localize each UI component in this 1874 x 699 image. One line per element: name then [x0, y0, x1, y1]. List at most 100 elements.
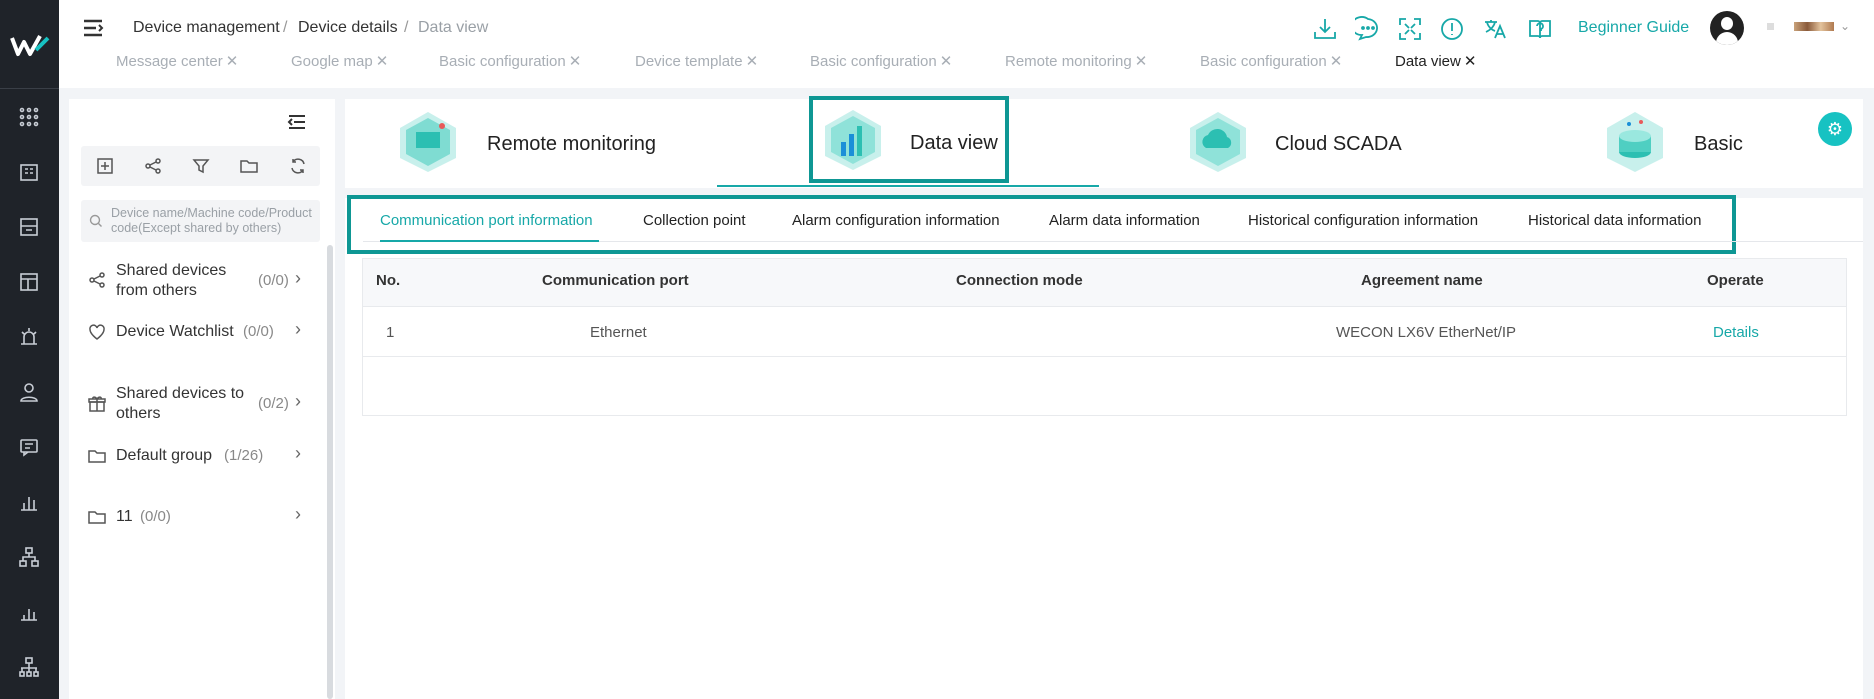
cell-no: 1 — [386, 324, 395, 341]
tab-basic-configuration[interactable]: Basic configuration ✕ — [810, 52, 952, 70]
close-icon[interactable]: ✕ — [746, 53, 759, 70]
brand-logo — [10, 30, 50, 60]
building-icon[interactable] — [18, 161, 40, 183]
tree-item-count: (0/0) — [140, 508, 171, 525]
folder-icon[interactable] — [239, 156, 259, 176]
cell-communication-port: Ethernet — [590, 324, 647, 341]
search-input[interactable]: Device name/Machine code/Product code(Ex… — [81, 200, 320, 242]
beginner-guide-link[interactable]: Beginner Guide — [1578, 19, 1689, 37]
tab-label: Basic configuration — [1200, 53, 1327, 70]
column-header-communication-port: Communication port — [542, 272, 689, 289]
settings-gear-button[interactable]: ⚙ — [1818, 112, 1852, 146]
chevron-right-icon[interactable]: › — [295, 268, 301, 289]
row-divider — [363, 356, 1846, 357]
avatar[interactable] — [1710, 11, 1744, 45]
tab-label: Remote monitoring — [1005, 53, 1132, 70]
filter-icon[interactable] — [191, 156, 211, 176]
message-icon[interactable] — [18, 436, 40, 458]
tree-item-shared-to-others[interactable]: Shared devices to others — [116, 384, 256, 424]
close-icon[interactable]: ✕ — [226, 53, 239, 70]
column-header-agreement-name: Agreement name — [1361, 272, 1483, 289]
card-title-basic[interactable]: Basic — [1694, 133, 1743, 156]
card-title-remote-monitoring[interactable]: Remote monitoring — [487, 133, 656, 156]
card-title-cloud-scada[interactable]: Cloud SCADA — [1275, 133, 1402, 156]
info-alert-icon[interactable] — [1439, 16, 1465, 42]
tab-label: Google map — [291, 53, 373, 70]
menu-toggle-icon[interactable] — [82, 18, 104, 38]
tab-label: Basic configuration — [810, 53, 937, 70]
chart-icon[interactable] — [18, 491, 40, 513]
share-icon[interactable] — [143, 156, 163, 176]
help-book-icon[interactable] — [1527, 16, 1553, 42]
tab-communication-port-information[interactable]: Communication port information — [380, 212, 593, 229]
tab-collection-point[interactable]: Collection point — [643, 212, 746, 229]
tree-item-count: (0/0) — [243, 323, 274, 340]
close-icon[interactable]: ✕ — [376, 53, 389, 70]
close-icon[interactable]: ✕ — [1135, 53, 1148, 70]
close-icon[interactable]: ✕ — [1330, 53, 1343, 70]
tab-device-template[interactable]: Device template ✕ — [635, 52, 758, 70]
tab-historical-configuration-information[interactable]: Historical configuration information — [1248, 212, 1478, 229]
refresh-icon[interactable] — [288, 156, 308, 176]
breadcrumb-current: Data view — [418, 19, 489, 36]
breadcrumb-separator: / — [283, 19, 288, 36]
card-title-data-view[interactable]: Data view — [910, 132, 998, 155]
tree-item-11[interactable]: 11 — [116, 507, 133, 527]
folder-icon — [88, 508, 106, 526]
chevron-right-icon[interactable]: › — [295, 319, 301, 340]
close-icon[interactable]: ✕ — [569, 53, 582, 70]
heart-icon — [88, 323, 106, 341]
tab-historical-data-information[interactable]: Historical data information — [1528, 212, 1701, 229]
device-icon[interactable] — [18, 216, 40, 238]
network-icon[interactable] — [18, 656, 40, 678]
add-icon[interactable] — [95, 156, 115, 176]
tab-remote-monitoring[interactable]: Remote monitoring ✕ — [1005, 52, 1147, 70]
tab-data-view[interactable]: Data view ✕ — [1395, 52, 1476, 70]
chevron-right-icon[interactable]: › — [295, 391, 301, 412]
user-icon[interactable] — [18, 381, 40, 403]
chevron-right-icon[interactable]: › — [295, 504, 301, 525]
share-icon — [88, 271, 106, 289]
statistics-icon[interactable] — [18, 601, 40, 623]
tree-item-count: (0/2) — [258, 395, 289, 412]
tree-item-default-group[interactable]: Default group — [116, 446, 212, 466]
close-icon[interactable]: ✕ — [940, 53, 953, 70]
apps-grid-icon[interactable] — [18, 106, 40, 128]
tab-alarm-data-information[interactable]: Alarm data information — [1049, 212, 1200, 229]
tab-alarm-configuration-information[interactable]: Alarm configuration information — [792, 212, 1000, 229]
tree-item-shared-from-others[interactable]: Shared devices from others — [116, 261, 256, 301]
close-icon[interactable]: ✕ — [1464, 53, 1477, 70]
basic-icon[interactable] — [1603, 110, 1667, 174]
org-chart-icon[interactable] — [18, 546, 40, 568]
fullscreen-icon[interactable] — [1397, 16, 1423, 42]
alarm-icon[interactable] — [18, 326, 40, 348]
tree-item-device-watchlist[interactable]: Device Watchlist — [116, 322, 234, 342]
tab-label: Device template — [635, 53, 743, 70]
remote-monitoring-icon[interactable] — [396, 110, 460, 174]
breadcrumb-item[interactable]: Device details — [298, 19, 398, 37]
translate-icon[interactable] — [1482, 16, 1508, 42]
search-placeholder: Device name/Machine code/Product code(Ex… — [111, 206, 312, 235]
tab-google-map[interactable]: Google map ✕ — [291, 52, 388, 70]
left-nav-rail — [0, 0, 59, 699]
top-header — [59, 0, 1874, 88]
chat-icon[interactable] — [1350, 16, 1381, 42]
scrollbar[interactable] — [327, 245, 333, 699]
download-icon[interactable] — [1312, 16, 1338, 42]
data-view-icon[interactable] — [821, 108, 885, 172]
details-link[interactable]: Details — [1713, 324, 1759, 341]
dashboard-icon[interactable] — [18, 271, 40, 293]
gear-icon: ⚙ — [1826, 119, 1844, 139]
chevron-right-icon[interactable]: › — [295, 443, 301, 464]
collapse-panel-icon[interactable] — [287, 113, 307, 131]
breadcrumb-separator: / — [404, 19, 409, 36]
active-subtab-underline — [380, 240, 599, 242]
tab-message-center[interactable]: Message center ✕ — [116, 52, 238, 70]
tab-basic-configuration[interactable]: Basic configuration ✕ — [439, 52, 581, 70]
tab-basic-configuration[interactable]: Basic configuration ✕ — [1200, 52, 1342, 70]
cloud-scada-icon[interactable] — [1186, 110, 1250, 174]
column-header-no: No. — [376, 272, 401, 289]
chevron-down-icon[interactable]: ⌄ — [1840, 19, 1850, 33]
row-divider — [363, 306, 1846, 307]
breadcrumb-item[interactable]: Device management — [133, 19, 280, 37]
